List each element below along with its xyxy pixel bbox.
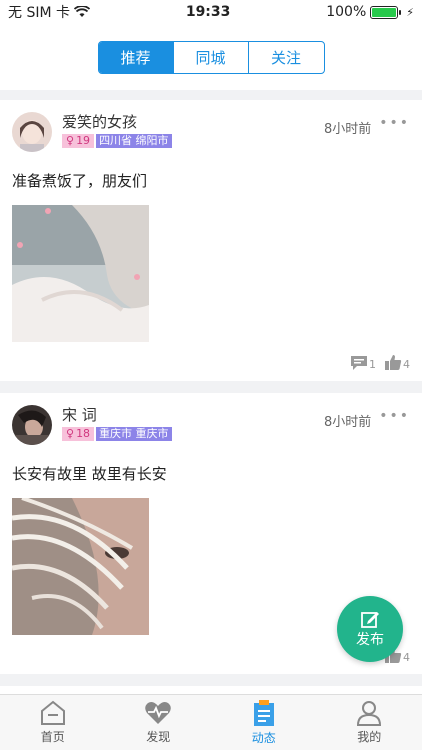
tab-feed-label: 动态: [251, 731, 276, 745]
tab-feed[interactable]: 动态: [211, 695, 317, 750]
clipboard-icon: [253, 700, 274, 726]
clock: 19:33: [185, 4, 231, 20]
age-badge: ♀ 19: [62, 134, 95, 148]
feed-segmented-control: 推荐 同城 关注: [97, 40, 325, 74]
username[interactable]: 宋 词: [62, 405, 324, 425]
like-count: 4: [403, 651, 410, 664]
age-badge: ♀ 18: [62, 427, 95, 441]
post-card[interactable]: [0, 686, 422, 694]
bottom-tab-bar: 首页 发现 动态 我的: [0, 694, 422, 750]
wifi-icon: [74, 6, 90, 17]
publish-button[interactable]: 发布: [337, 596, 403, 662]
header: 推荐 同城 关注: [0, 24, 422, 90]
female-icon: ♀: [66, 134, 75, 147]
post-image[interactable]: [12, 205, 149, 342]
tab-discover[interactable]: 发现: [106, 695, 212, 750]
battery-percent: 100%: [326, 4, 367, 20]
tab-home-label: 首页: [40, 730, 65, 744]
battery-icon: [370, 5, 402, 19]
post-time: 8小时前: [323, 415, 372, 430]
tab-nearby[interactable]: 同城: [174, 41, 249, 73]
tab-recommend[interactable]: 推荐: [98, 41, 174, 73]
post-text: 准备煮饭了，朋友们: [12, 172, 148, 190]
post-text: 长安有故里 故里有长安: [12, 465, 167, 483]
status-bar: 无 SIM 卡 19:33 100% ⚡: [0, 0, 422, 24]
tab-home[interactable]: 首页: [0, 695, 106, 750]
post-time: 8小时前: [323, 122, 372, 137]
charging-icon: ⚡: [406, 5, 414, 19]
location-badge: 重庆市 重庆市: [96, 427, 172, 441]
tab-following[interactable]: 关注: [249, 42, 324, 73]
edit-icon: [361, 612, 379, 628]
publish-label: 发布: [356, 632, 384, 648]
comment-icon: [351, 355, 367, 370]
post-card[interactable]: 爱笑的女孩 ♀ 19 四川省 绵阳市 8小时前 ••• 准备煮饭了，朋友们 1 …: [0, 100, 422, 381]
avatar[interactable]: [12, 112, 52, 152]
home-icon: [40, 700, 65, 725]
age-value: 18: [76, 427, 91, 440]
like-count: 4: [403, 358, 410, 371]
like-button[interactable]: 4: [384, 354, 410, 371]
avatar[interactable]: [12, 405, 52, 445]
thumbs-up-icon: [385, 355, 402, 370]
carrier-label: 无 SIM 卡: [8, 5, 70, 21]
post-image[interactable]: [12, 498, 149, 635]
tab-discover-label: 发现: [146, 730, 171, 744]
tab-profile-label: 我的: [357, 730, 382, 744]
comment-count: 1: [369, 357, 376, 371]
tab-profile[interactable]: 我的: [317, 695, 422, 750]
comment-button[interactable]: 1: [350, 355, 376, 371]
location-badge: 四川省 绵阳市: [96, 134, 172, 148]
more-options-icon[interactable]: •••: [379, 408, 410, 424]
heartbeat-icon: [145, 702, 172, 724]
username[interactable]: 爱笑的女孩: [62, 112, 324, 132]
age-value: 19: [76, 134, 91, 147]
user-icon: [357, 701, 382, 726]
more-options-icon[interactable]: •••: [379, 115, 410, 131]
female-icon: ♀: [66, 427, 75, 440]
